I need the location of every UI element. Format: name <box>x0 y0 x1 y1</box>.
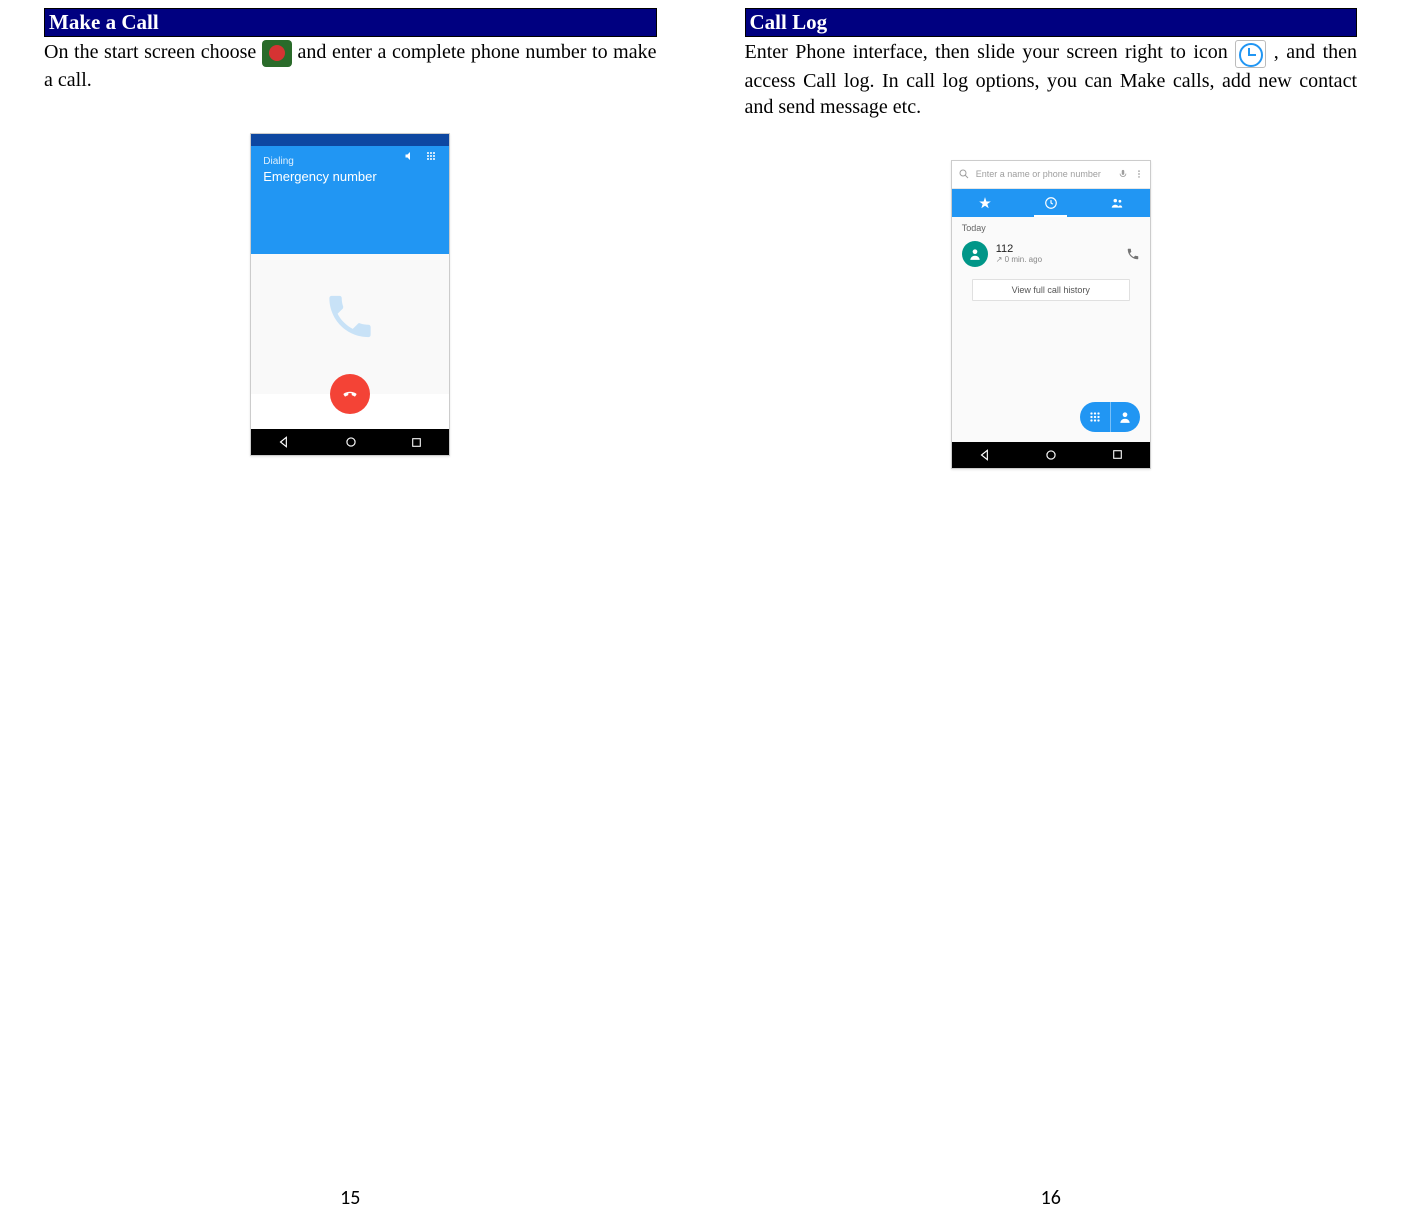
recent-icon[interactable] <box>1111 448 1124 461</box>
avatar <box>962 241 988 267</box>
call-log-body: Today 112 ↗ 0 min. ago View full call hi… <box>952 217 1150 442</box>
phone-app-icon <box>262 40 292 67</box>
left-page: Make a Call On the start screen choose a… <box>0 0 701 1220</box>
status-bar <box>251 134 449 146</box>
tabbar <box>952 189 1150 217</box>
search-bar[interactable]: Enter a name or phone number <box>952 161 1150 189</box>
log-time: ↗ 0 min. ago <box>996 255 1118 264</box>
hangup-button[interactable] <box>330 374 370 414</box>
call-log-paragraph: Enter Phone interface, then slide your s… <box>745 39 1358 119</box>
search-placeholder: Enter a name or phone number <box>976 169 1112 179</box>
home-icon[interactable] <box>344 435 358 449</box>
page-number-right: 16 <box>701 1186 1401 1210</box>
phone-frame: Dialing Emergency number <box>250 133 450 456</box>
tab-favorites[interactable] <box>952 189 1018 217</box>
call-log-row[interactable]: 112 ↗ 0 min. ago <box>952 237 1150 271</box>
mic-icon[interactable] <box>1118 169 1128 179</box>
dialing-title: Emergency number <box>263 169 437 184</box>
log-details: 112 ↗ 0 min. ago <box>996 243 1118 264</box>
android-navbar <box>251 429 449 455</box>
today-label: Today <box>952 217 1150 237</box>
back-icon[interactable] <box>978 448 992 462</box>
tab-contacts[interactable] <box>1084 189 1150 217</box>
call-action-icon[interactable] <box>1126 247 1140 261</box>
recent-icon[interactable] <box>410 436 423 449</box>
overflow-icon[interactable] <box>1134 169 1144 179</box>
page-number-left: 15 <box>0 1186 701 1210</box>
section-title-make-call: Make a Call <box>44 8 657 37</box>
section-title-call-log: Call Log <box>745 8 1358 37</box>
dialing-label: Dialing <box>263 156 437 167</box>
log-number: 112 <box>996 243 1118 255</box>
home-icon[interactable] <box>1044 448 1058 462</box>
phone-frame: Enter a name or phone number Today <box>951 160 1151 469</box>
para-text-pre: On the start screen choose <box>44 41 262 63</box>
search-icon <box>958 168 970 180</box>
screenshot-call-log: Enter a name or phone number Today <box>745 160 1358 469</box>
dialing-header: Dialing Emergency number <box>251 146 449 254</box>
clock-icon <box>1235 40 1266 68</box>
tab-recents[interactable] <box>1018 189 1084 217</box>
phone-silhouette-icon <box>323 289 378 344</box>
back-icon[interactable] <box>277 435 291 449</box>
fab-dialpad-button[interactable] <box>1080 402 1110 432</box>
screenshot-make-call: Dialing Emergency number <box>44 133 657 456</box>
android-navbar <box>952 442 1150 468</box>
fab-contact-button[interactable] <box>1110 402 1140 432</box>
view-full-history-button[interactable]: View full call history <box>972 279 1130 301</box>
para-text-pre: Enter Phone interface, then slide your s… <box>745 41 1236 63</box>
fab-group <box>1080 402 1140 432</box>
make-call-paragraph: On the start screen choose and enter a c… <box>44 39 657 93</box>
dial-body <box>251 254 449 394</box>
right-page: Call Log Enter Phone interface, then sli… <box>701 0 1401 1220</box>
